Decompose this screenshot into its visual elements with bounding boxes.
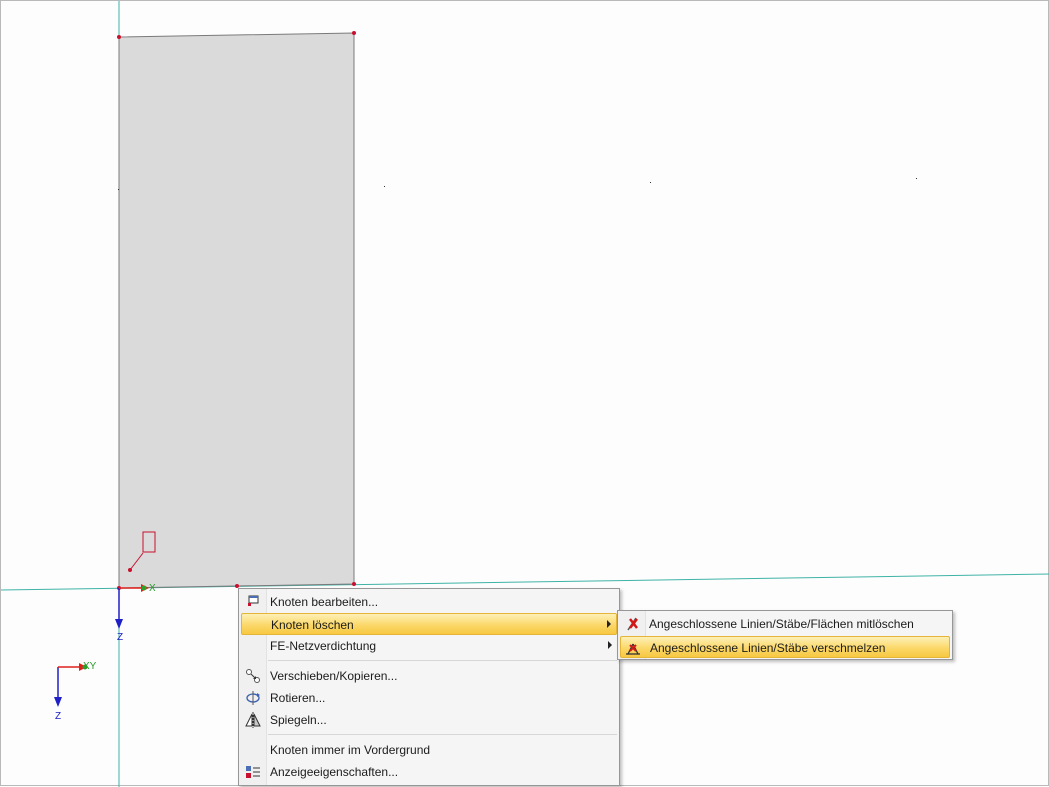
delete-node-submenu: Angeschlossene Linien/Stäbe/Flächen mitl… bbox=[617, 610, 953, 660]
rotate-icon bbox=[245, 690, 261, 706]
merge-lines-icon bbox=[625, 640, 641, 656]
mark-dot bbox=[118, 189, 119, 190]
mark-dot bbox=[650, 182, 651, 183]
global-z-label: Z bbox=[55, 711, 62, 722]
mark-dot bbox=[384, 186, 385, 187]
surface-rectangle[interactable] bbox=[118, 32, 355, 589]
menu-item-fe-mesh-refinement[interactable]: FE-Netzverdichtung bbox=[241, 635, 617, 657]
local-z-label: Z bbox=[117, 632, 124, 643]
global-x-label: XY bbox=[83, 661, 97, 672]
mark-dot bbox=[916, 178, 917, 179]
menu-separator bbox=[268, 734, 617, 735]
node[interactable] bbox=[117, 35, 121, 39]
context-menu: Knoten bearbeiten... Knoten löschen FE-N… bbox=[238, 588, 620, 786]
node[interactable] bbox=[352, 31, 356, 35]
local-y-axis-dot bbox=[141, 585, 147, 591]
surface-label-anchor bbox=[128, 568, 132, 572]
node[interactable] bbox=[352, 582, 356, 586]
menu-item-delete-node[interactable]: Knoten löschen bbox=[241, 613, 617, 635]
local-x-label: X bbox=[149, 583, 156, 594]
submenu-arrow-icon bbox=[607, 620, 611, 628]
menu-item-nodes-always-foreground[interactable]: Knoten immer im Vordergrund bbox=[241, 739, 617, 761]
menu-separator bbox=[268, 660, 617, 661]
submenu-item-delete-connected[interactable]: Angeschlossene Linien/Stäbe/Flächen mitl… bbox=[620, 613, 950, 635]
mirror-icon bbox=[245, 712, 261, 728]
menu-item-display-properties[interactable]: Anzeigeeigenschaften... bbox=[241, 761, 617, 783]
menu-item-edit-node[interactable]: Knoten bearbeiten... bbox=[241, 591, 617, 613]
local-z-arrowhead bbox=[115, 619, 123, 629]
submenu-arrow-icon bbox=[608, 641, 612, 649]
global-z-arrowhead bbox=[54, 697, 62, 707]
menu-item-mirror[interactable]: Spiegeln... bbox=[241, 709, 617, 731]
move-copy-icon bbox=[245, 668, 261, 684]
menu-item-rotate[interactable]: Rotieren... bbox=[241, 687, 617, 709]
display-properties-icon bbox=[245, 764, 261, 780]
submenu-item-merge-lines[interactable]: Angeschlossene Linien/Stäbe verschmelzen bbox=[620, 636, 950, 658]
menu-item-move-copy[interactable]: Verschieben/Kopieren... bbox=[241, 665, 617, 687]
edit-node-icon bbox=[245, 594, 261, 610]
delete-with-connected-icon bbox=[624, 616, 640, 632]
